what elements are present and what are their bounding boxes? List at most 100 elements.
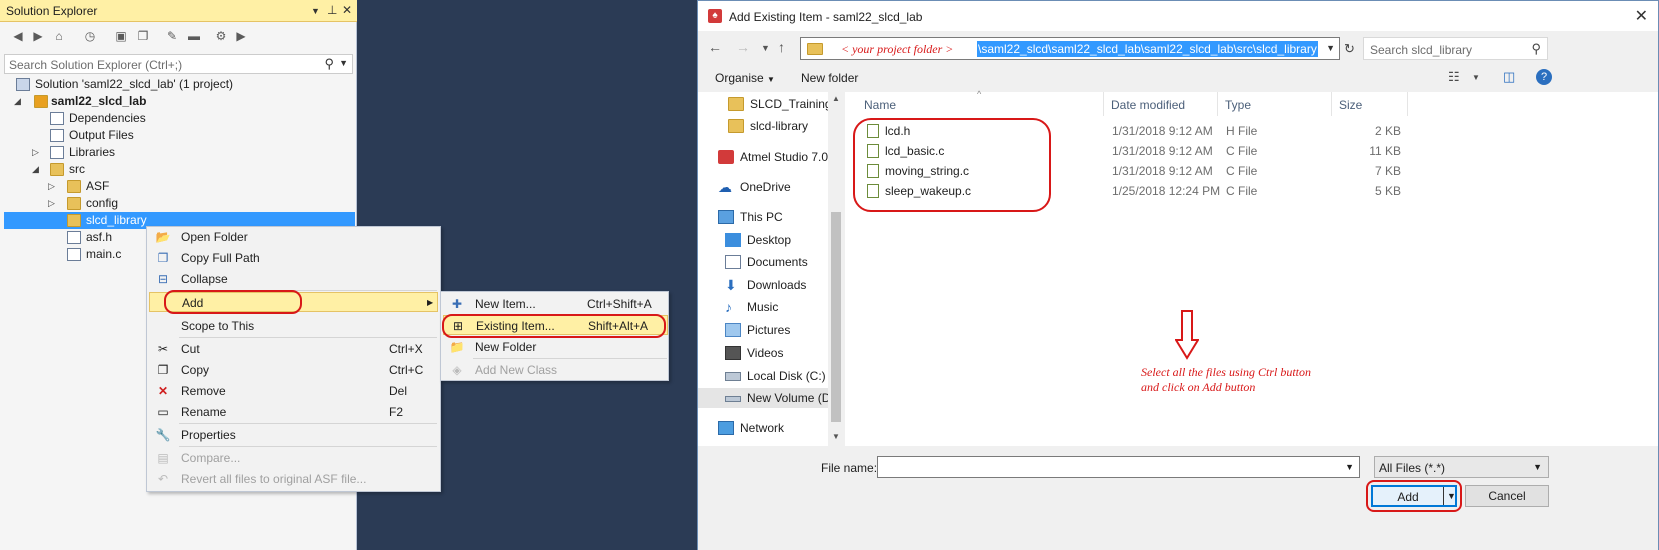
cancel-button[interactable]: Cancel — [1465, 485, 1549, 507]
home-icon[interactable]: ⌂ — [51, 28, 67, 44]
navigation-scrollbar[interactable]: ▲ ▼ — [828, 92, 844, 446]
column-divider[interactable] — [1103, 92, 1104, 116]
menu-item-rename[interactable]: ▭ Rename F2 — [149, 402, 438, 422]
collapsed-arrow-icon[interactable]: ▷ — [48, 195, 55, 212]
chevron-down-icon[interactable]: ▼ — [1345, 462, 1354, 472]
menu-item-open-folder[interactable]: 📂 Open Folder — [149, 227, 438, 247]
dialog-search[interactable]: Search slcd_library ⚲ — [1363, 37, 1548, 60]
search-icon[interactable]: ⚲ — [1531, 41, 1541, 57]
collapse-all-icon[interactable]: ▣ — [113, 28, 129, 44]
preview-pane-icon[interactable]: ◫ — [1503, 69, 1515, 85]
view-options-icon[interactable]: ☷ — [1448, 69, 1460, 85]
nav-item-network[interactable]: Network — [718, 418, 828, 438]
dialog-footer: File name: ▼ All Files (*.*) ▼ Add ▼ Can… — [698, 447, 1658, 550]
file-list-pane: Name ^ Date modified Type Size lcd.h 1/3… — [845, 89, 1658, 446]
menu-item-add-new-class[interactable]: ◈ Add New Class — [443, 360, 668, 380]
tree-item-output-files[interactable]: Output Files — [4, 127, 354, 144]
nav-item-documents[interactable]: Documents — [725, 252, 828, 272]
history-icon[interactable]: ◷ — [82, 28, 98, 44]
scroll-down-icon[interactable]: ▼ — [832, 432, 840, 441]
menu-item-properties[interactable]: 🔧 Properties — [149, 425, 438, 445]
chevron-down-icon[interactable]: ▼ — [1472, 73, 1480, 82]
atmel-studio-icon — [718, 150, 734, 164]
tree-item-asf[interactable]: ▷ ASF — [4, 178, 354, 195]
nav-item-slcd-library[interactable]: slcd-library — [728, 116, 828, 136]
column-header-type[interactable]: Type — [1225, 98, 1251, 112]
menu-item-new-folder[interactable]: 📁 New Folder — [443, 337, 668, 357]
menu-item-cut[interactable]: ✂ Cut Ctrl+X — [149, 339, 438, 359]
menu-item-copy-full-path[interactable]: ❐ Copy Full Path — [149, 248, 438, 268]
file-type-select[interactable]: All Files (*.*) ▼ — [1374, 456, 1549, 478]
tree-item-project[interactable]: ◢ saml22_slcd_lab — [4, 93, 354, 110]
address-path[interactable]: \saml22_slcd\saml22_slcd_lab\saml22_slcd… — [977, 41, 1318, 57]
column-divider[interactable] — [1331, 92, 1332, 116]
search-icon[interactable]: ⚲ — [324, 56, 334, 72]
refresh-icon[interactable]: ↻ — [1344, 41, 1355, 57]
forward-icon[interactable]: ▶ — [30, 28, 46, 44]
scrollbar-thumb[interactable] — [831, 212, 841, 422]
menu-item-compare[interactable]: ▤ Compare... — [149, 448, 438, 468]
search-placeholder: Search Solution Explorer (Ctrl+;) — [9, 58, 183, 72]
address-hint: < your project folder > — [841, 42, 954, 56]
nav-item-desktop[interactable]: Desktop — [725, 230, 828, 250]
properties-icon[interactable]: ✎ — [164, 28, 180, 44]
scroll-up-icon[interactable]: ▲ — [832, 94, 840, 103]
nav-item-videos[interactable]: Videos — [725, 343, 828, 363]
forward-arrow-icon[interactable]: → — [736, 39, 750, 55]
nav-item-pictures[interactable]: Pictures — [725, 320, 828, 340]
collapsed-arrow-icon[interactable]: ▷ — [32, 144, 39, 161]
new-folder-button[interactable]: New folder — [801, 71, 858, 85]
tree-item-libraries[interactable]: ▷ Libraries — [4, 144, 354, 161]
tree-item-solution[interactable]: Solution 'saml22_slcd_lab' (1 project) — [4, 76, 354, 93]
column-divider[interactable] — [1407, 92, 1408, 116]
pin-icon[interactable]: ⊥ — [327, 3, 337, 17]
menu-item-remove[interactable]: ✕ Remove Del — [149, 381, 438, 401]
show-all-files-icon[interactable]: ❐ — [135, 28, 151, 44]
address-bar[interactable]: < your project folder > \saml22_slcd\sam… — [800, 37, 1340, 60]
nav-item-onedrive[interactable]: ☁ OneDrive — [718, 177, 828, 197]
nav-item-this-pc[interactable]: This PC — [718, 207, 828, 227]
help-icon[interactable]: ? — [1536, 69, 1552, 85]
up-arrow-icon[interactable]: ↑ — [778, 39, 785, 55]
chevron-down-icon[interactable]: ▼ — [339, 58, 348, 68]
column-header-name[interactable]: Name — [864, 98, 896, 112]
project-icon — [34, 95, 48, 108]
expanded-arrow-icon[interactable]: ◢ — [14, 93, 21, 110]
tree-item-dependencies[interactable]: Dependencies — [4, 110, 354, 127]
close-icon[interactable]: ✕ — [342, 3, 352, 17]
menu-item-collapse[interactable]: ⊟ Collapse — [149, 269, 438, 289]
back-icon[interactable]: ◀ — [10, 28, 26, 44]
tree-item-main-c[interactable]: main.c — [4, 246, 144, 263]
column-header-date[interactable]: Date modified — [1111, 98, 1185, 112]
close-icon[interactable]: ✕ — [1635, 6, 1648, 26]
column-divider[interactable] — [1217, 92, 1218, 116]
back-arrow-icon[interactable]: ← — [708, 39, 722, 55]
tree-item-config[interactable]: ▷ config — [4, 195, 354, 212]
recent-locations-icon[interactable]: ▼ — [761, 43, 770, 53]
nav-item-downloads[interactable]: ⬇ Downloads — [725, 275, 828, 295]
menu-item-new-item[interactable]: ✚ New Item... Ctrl+Shift+A — [443, 294, 668, 314]
nav-item-slcd-training[interactable]: SLCD_Training_r — [728, 94, 828, 114]
nav-item-atmel-studio[interactable]: Atmel Studio 7.0 — [718, 147, 828, 167]
menu-item-copy[interactable]: ❐ Copy Ctrl+C — [149, 360, 438, 380]
collapsed-arrow-icon[interactable]: ▷ — [48, 178, 55, 195]
nav-item-music[interactable]: ♪ Music — [725, 297, 828, 317]
menu-item-revert[interactable]: ↶ Revert all files to original ASF file.… — [149, 469, 438, 489]
menu-item-scope-to-this[interactable]: Scope to This — [149, 316, 438, 336]
preview-icon[interactable]: ⚙ — [213, 28, 229, 44]
file-name-input[interactable]: ▼ — [877, 456, 1360, 478]
toggle-icon[interactable]: ▶ — [233, 28, 249, 44]
chevron-down-icon[interactable]: ▼ — [1326, 43, 1335, 53]
dropdown-icon[interactable]: ▼ — [311, 6, 320, 16]
file-type: H File — [1226, 124, 1258, 138]
tree-item-src[interactable]: ◢ src — [4, 161, 354, 178]
column-header-size[interactable]: Size — [1339, 98, 1362, 112]
header-file-icon — [67, 231, 81, 244]
minimize-icon[interactable]: ▬ — [186, 28, 202, 44]
nav-item-local-disk[interactable]: Local Disk (C:) — [725, 366, 828, 386]
nav-item-new-volume[interactable]: New Volume (D: — [698, 388, 828, 408]
videos-icon — [725, 346, 741, 360]
expanded-arrow-icon[interactable]: ◢ — [32, 161, 39, 178]
organise-button[interactable]: Organise ▼ — [715, 71, 775, 85]
solution-explorer-search[interactable]: Search Solution Explorer (Ctrl+;) ⚲ ▼ — [4, 54, 353, 74]
